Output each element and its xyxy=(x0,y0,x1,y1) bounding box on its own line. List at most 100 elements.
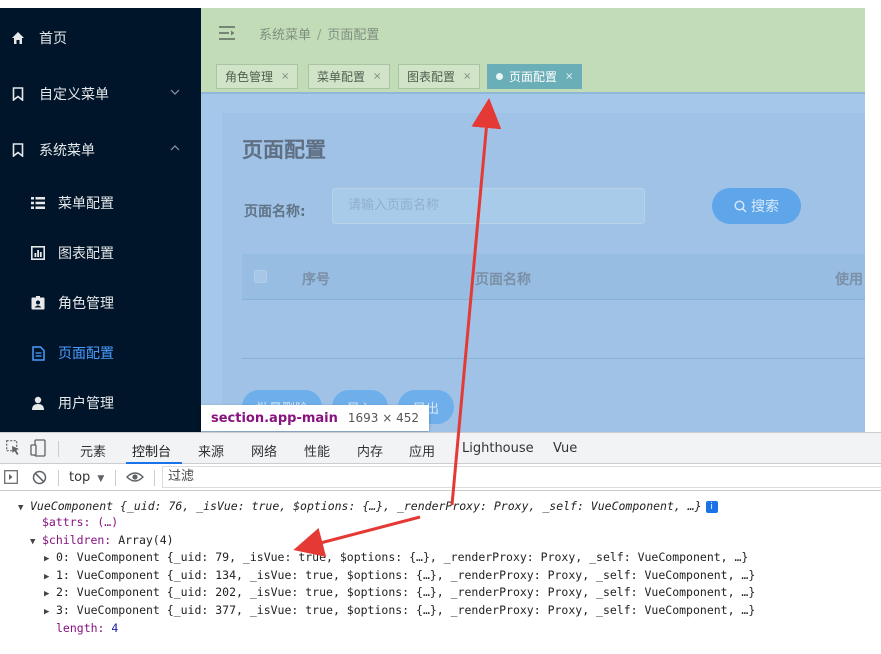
sidebar-item-user-management[interactable]: 用户管理 xyxy=(0,378,201,428)
collapse-triangle-icon[interactable]: ▶ xyxy=(44,551,56,568)
sidebar: 首页 自定义菜单 系统菜单 菜单配置 图表配置 角色管理 页面配置 用户管理 xyxy=(0,8,201,432)
tag-label: 角色管理 xyxy=(225,70,274,84)
inspect-tooltip: section.app-main 1693 × 452 xyxy=(201,405,430,431)
search-button[interactable]: 搜索 xyxy=(712,188,801,224)
search-input[interactable]: 请输入页面名称 xyxy=(332,188,645,224)
tab-console[interactable]: 控制台 xyxy=(132,441,171,460)
console-prop-attrs[interactable]: $attrs: (…) xyxy=(42,514,118,531)
chevron-up-icon xyxy=(169,142,181,154)
console-child-3[interactable]: ▶ 3: VueComponent {_uid: 377, _isVue: tru… xyxy=(44,602,755,619)
console-prop-children[interactable]: ▼ $children: Array(4) xyxy=(30,532,174,549)
tab-elements[interactable]: 元素 xyxy=(80,441,106,460)
tab-lighthouse[interactable]: Lighthouse xyxy=(462,441,534,456)
sidebar-item-label: 自定义菜单 xyxy=(39,87,109,103)
dropdown-arrow-icon: ▼ xyxy=(97,474,105,484)
sidebar-item-role-management[interactable]: 角色管理 xyxy=(0,278,201,328)
search-button-label: 搜索 xyxy=(751,199,779,215)
page-title: 页面配置 xyxy=(242,138,326,162)
console-entry-root[interactable]: ▼ VueComponent {_uid: 76, _isVue: true, $… xyxy=(18,498,718,515)
tag-label: 菜单配置 xyxy=(317,70,366,84)
console-filter-input[interactable]: 过滤 xyxy=(162,466,881,488)
console-child-0[interactable]: ▶ 0: VueComponent {_uid: 79, _isVue: true… xyxy=(44,549,748,566)
sidebar-item-system-menu[interactable]: 系统菜单 xyxy=(0,125,201,175)
select-all-checkbox[interactable] xyxy=(254,270,267,283)
clear-console-icon[interactable] xyxy=(32,470,47,489)
id-card-icon xyxy=(31,296,45,310)
sidebar-item-chart-config[interactable]: 图表配置 xyxy=(0,228,201,278)
tag-label: 页面配置 xyxy=(509,70,558,84)
navbar: 系统菜单 / 页面配置 xyxy=(201,8,865,60)
close-icon[interactable]: × xyxy=(463,71,471,82)
search-label: 页面名称: xyxy=(244,204,306,220)
toolbar-divider xyxy=(58,470,59,486)
tooltip-selector: section.app-main xyxy=(211,410,338,426)
console-toolbar: top ▼ 过滤 xyxy=(0,464,881,491)
active-dot-icon xyxy=(496,73,503,80)
info-icon[interactable]: i xyxy=(705,500,718,513)
tab-performance[interactable]: 性能 xyxy=(304,441,330,460)
sidebar-item-label: 用户管理 xyxy=(58,396,114,412)
eye-icon[interactable] xyxy=(126,471,144,487)
user-icon xyxy=(31,396,45,410)
column-header-page-name: 页面名称 xyxy=(475,272,531,288)
bookmark-icon xyxy=(11,87,25,101)
sidebar-toggle-icon[interactable] xyxy=(4,470,18,488)
device-toolbar-icon[interactable] xyxy=(30,439,46,461)
devtools-tabbar: 元素 控制台 来源 网络 性能 内存 应用 Lighthouse Vue xyxy=(0,432,881,464)
expand-triangle-icon[interactable]: ▼ xyxy=(30,534,42,551)
length-key: length: xyxy=(56,621,105,635)
tab-memory[interactable]: 内存 xyxy=(357,441,383,460)
close-icon[interactable]: × xyxy=(373,71,381,82)
close-icon[interactable]: × xyxy=(565,71,573,82)
tooltip-size: 1693 × 452 xyxy=(347,411,420,425)
app-main: 系统菜单 / 页面配置 角色管理 × 菜单配置 × 图表配置 × 页面配置 × 页面配置 页… xyxy=(201,8,865,432)
context-select[interactable]: top ▼ xyxy=(69,470,104,485)
chart-icon xyxy=(31,246,45,260)
breadcrumb-item[interactable]: 系统菜单 xyxy=(259,28,311,43)
tag-label: 图表配置 xyxy=(407,70,456,84)
sidebar-item-label: 角色管理 xyxy=(58,296,114,312)
tag-menu-config[interactable]: 菜单配置 × xyxy=(308,64,391,89)
collapse-triangle-icon[interactable]: ▶ xyxy=(44,604,56,621)
breadcrumb-separator: / xyxy=(317,28,322,43)
toolbar-divider xyxy=(154,470,155,486)
sidebar-item-page-config[interactable]: 页面配置 xyxy=(0,328,201,378)
console-child-2[interactable]: ▶ 2: VueComponent {_uid: 202, _isVue: tru… xyxy=(44,584,755,601)
tab-vue[interactable]: Vue xyxy=(553,441,577,456)
sidebar-item-home[interactable]: 首页 xyxy=(0,13,201,63)
list-icon xyxy=(31,196,45,210)
bookmark-icon xyxy=(11,143,25,157)
context-select-value: top xyxy=(69,470,91,485)
hamburger-icon[interactable] xyxy=(218,25,236,41)
console-prop-length: length: 4 xyxy=(56,620,118,637)
tag-page-config[interactable]: 页面配置 × xyxy=(487,64,583,89)
tab-application[interactable]: 应用 xyxy=(409,441,435,460)
tab-sources[interactable]: 来源 xyxy=(198,441,224,460)
sidebar-item-menu-config[interactable]: 菜单配置 xyxy=(0,178,201,228)
collapse-triangle-icon[interactable]: ▶ xyxy=(44,586,56,603)
chevron-down-icon xyxy=(169,86,181,98)
breadcrumb: 系统菜单 / 页面配置 xyxy=(259,24,379,43)
toolbar-divider xyxy=(58,441,59,457)
table-header: 序号 页面名称 使用 xyxy=(242,254,865,300)
children-value: Array(4) xyxy=(118,533,174,547)
console-child-1[interactable]: ▶ 1: VueComponent {_uid: 134, _isVue: tru… xyxy=(44,567,755,584)
tab-network[interactable]: 网络 xyxy=(251,441,277,460)
tag-role-management[interactable]: 角色管理 × xyxy=(216,64,299,89)
home-icon xyxy=(11,31,25,45)
sidebar-item-label: 页面配置 xyxy=(58,346,114,362)
table-divider xyxy=(242,358,865,359)
content-panel: 页面配置 页面名称: 请输入页面名称 搜索 序号 页面名称 使用 批量删除 导入… xyxy=(222,113,865,432)
search-icon xyxy=(734,199,747,212)
inspect-element-icon[interactable] xyxy=(6,440,20,460)
attrs-text: $attrs: (…) xyxy=(42,515,119,529)
children-key: $children: xyxy=(42,533,112,547)
tags-view: 角色管理 × 菜单配置 × 图表配置 × 页面配置 × xyxy=(201,60,865,94)
column-header-usage: 使用 xyxy=(835,272,863,288)
expand-triangle-icon[interactable]: ▼ xyxy=(18,500,30,517)
sidebar-item-custom-menu[interactable]: 自定义菜单 xyxy=(0,69,201,119)
tag-chart-config[interactable]: 图表配置 × xyxy=(398,64,481,89)
close-icon[interactable]: × xyxy=(281,71,289,82)
sidebar-item-label: 系统菜单 xyxy=(39,143,95,159)
breadcrumb-item-current: 页面配置 xyxy=(327,28,380,43)
